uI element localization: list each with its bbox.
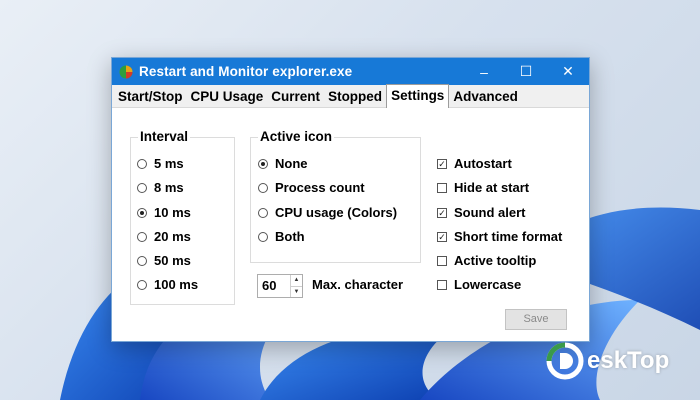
radio-selected-icon [258, 158, 268, 169]
interval-option-label: 50 ms [154, 253, 191, 268]
sound-alert-checkbox[interactable]: ✓ Sound alert [437, 205, 526, 220]
radio-icon [258, 231, 268, 242]
interval-option[interactable]: 100 ms [137, 277, 198, 292]
close-button[interactable]: ✕ [547, 58, 589, 85]
active-icon-option-label: None [275, 156, 308, 171]
tab-advanced[interactable]: Advanced [449, 87, 522, 107]
watermark-text: eskTop [587, 347, 670, 374]
active-icon-option-label: Both [275, 229, 305, 244]
interval-option-label: 100 ms [154, 277, 199, 292]
interval-option[interactable]: 8 ms [137, 180, 184, 195]
tab-cpu-usage[interactable]: CPU Usage [187, 87, 268, 107]
checkbox-label: Short time format [454, 229, 563, 244]
checkbox-label: Sound alert [454, 205, 526, 220]
radio-icon [258, 207, 268, 218]
checkbox-icon [437, 279, 447, 290]
active-icon-option[interactable]: Both [258, 229, 305, 244]
active-icon-option-label: Process count [275, 180, 365, 195]
title-bar[interactable]: Restart and Monitor explorer.exe – ☐ ✕ [112, 58, 589, 85]
stepper-down-icon[interactable]: ▼ [291, 287, 302, 298]
interval-option[interactable]: 50 ms [137, 253, 191, 268]
active-icon-option[interactable]: Process count [258, 180, 365, 195]
active-icon-group-title: Active icon [258, 129, 335, 144]
radio-icon [137, 182, 147, 193]
hide-at-start-checkbox[interactable]: Hide at start [437, 180, 529, 195]
interval-option[interactable]: 20 ms [137, 229, 191, 244]
max-character-label: Max. character [312, 277, 404, 292]
radio-icon [137, 158, 147, 169]
minimize-button[interactable]: – [463, 58, 505, 85]
radio-icon [137, 255, 147, 266]
interval-option-label: 10 ms [154, 205, 191, 220]
checkbox-checked-icon: ✓ [437, 231, 447, 242]
tab-stopped[interactable]: Stopped [324, 87, 386, 107]
interval-option-label: 5 ms [154, 156, 184, 171]
checkbox-checked-icon: ✓ [437, 207, 447, 218]
tab-settings[interactable]: Settings [386, 84, 450, 108]
settings-panel: Interval 5 ms 8 ms 10 ms 20 ms 50 ms 100… [112, 108, 589, 341]
max-character-value[interactable]: 60 [258, 275, 290, 297]
checkbox-label: Active tooltip [454, 253, 537, 268]
watermark-logo-icon [546, 342, 584, 380]
save-button[interactable]: Save [505, 309, 567, 330]
active-icon-option-label: CPU usage (Colors) [275, 205, 398, 220]
checkbox-icon [437, 255, 447, 266]
interval-option-label: 20 ms [154, 229, 191, 244]
interval-group-title: Interval [138, 129, 191, 144]
short-time-format-checkbox[interactable]: ✓ Short time format [437, 229, 562, 244]
interval-option[interactable]: 5 ms [137, 156, 184, 171]
radio-icon [137, 231, 147, 242]
maximize-button[interactable]: ☐ [505, 58, 547, 85]
checkbox-checked-icon: ✓ [437, 158, 447, 169]
checkbox-label: Autostart [454, 156, 512, 171]
autostart-checkbox[interactable]: ✓ Autostart [437, 156, 512, 171]
window-title: Restart and Monitor explorer.exe [139, 64, 353, 79]
app-window: Restart and Monitor explorer.exe – ☐ ✕ S… [111, 57, 590, 342]
interval-option[interactable]: 10 ms [137, 205, 191, 220]
active-tooltip-checkbox[interactable]: Active tooltip [437, 253, 536, 268]
radio-selected-icon [137, 207, 147, 218]
checkbox-icon [437, 182, 447, 193]
tab-start-stop[interactable]: Start/Stop [114, 87, 187, 107]
lowercase-checkbox[interactable]: Lowercase [437, 277, 521, 292]
stepper-up-icon[interactable]: ▲ [290, 275, 302, 287]
tab-current[interactable]: Current [267, 87, 324, 107]
app-icon [119, 65, 133, 78]
interval-option-label: 8 ms [154, 180, 184, 195]
max-character-stepper[interactable]: 60 ▲ ▼ [257, 274, 303, 298]
checkbox-label: Hide at start [454, 180, 530, 195]
active-icon-option[interactable]: None [258, 156, 308, 171]
active-icon-option[interactable]: CPU usage (Colors) [258, 205, 397, 220]
radio-icon [137, 279, 147, 290]
watermark: eskTop [545, 340, 669, 382]
radio-icon [258, 182, 268, 193]
tab-bar: Start/Stop CPU Usage Current Stopped Set… [112, 84, 589, 108]
checkbox-label: Lowercase [454, 277, 522, 292]
